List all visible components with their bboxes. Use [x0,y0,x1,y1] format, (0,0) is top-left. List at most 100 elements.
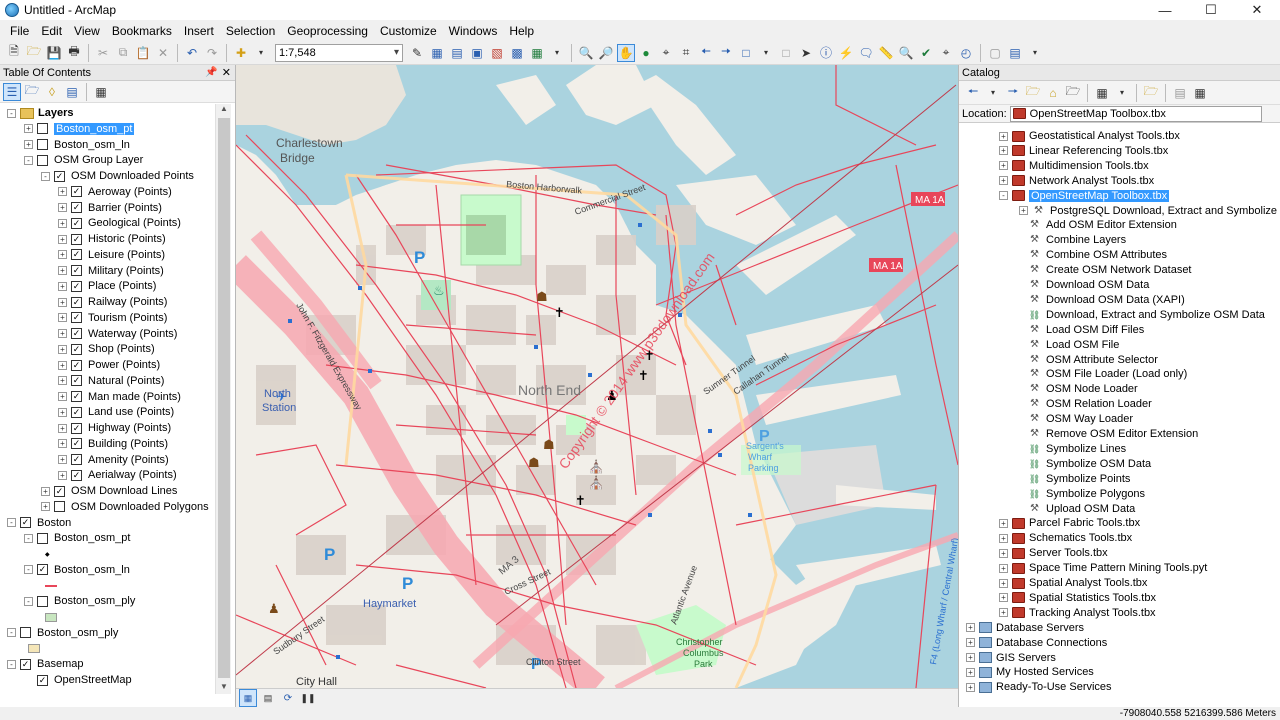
minimize-button[interactable]: — [1142,0,1188,20]
visibility-checkbox[interactable]: ✓ [71,469,82,481]
expand-icon[interactable]: + [41,486,50,496]
toc-layer-item[interactable]: + ✓ Shop (Points) [58,341,155,357]
pause-drawing-icon[interactable]: ❚❚ [299,689,317,707]
toc-layer-item[interactable]: + Boston_osm_ln [24,137,130,153]
expand-icon[interactable]: + [58,423,67,433]
catalog-item-tbx[interactable]: + Space Time Pattern Mining Tools.pyt [999,560,1207,576]
cut-icon[interactable]: ✂ [94,44,112,62]
visibility-checkbox[interactable]: ✓ [37,564,48,576]
expand-icon[interactable]: + [999,161,1008,171]
expand-icon[interactable]: + [58,187,67,197]
scroll-down-icon[interactable]: ▼ [216,682,232,694]
close-button[interactable]: ✕ [1234,0,1280,20]
visibility-checkbox[interactable]: ✓ [54,170,65,182]
map-scale-select[interactable]: 1:7,548 [275,43,403,62]
expand-icon[interactable]: + [999,533,1008,543]
collapse-icon[interactable]: - [24,565,33,575]
views-icon[interactable]: ▦ [1093,84,1111,102]
catalog-item-tool[interactable]: ⚒ OSM Node Loader [1028,381,1138,397]
catalog-item-srv[interactable]: + Database Servers [966,620,1084,636]
catalog-item-tool[interactable]: ⚒ Remove OSM Editor Extension [1028,426,1198,442]
visibility-checkbox[interactable]: ✓ [71,375,82,387]
undo-icon[interactable]: ↶ [183,44,201,62]
html-popup-icon[interactable]: 🗨 [857,44,875,62]
visibility-checkbox[interactable]: ✓ [71,186,82,198]
toc-layer-item[interactable]: + ✓ Tourism (Points) [58,310,167,326]
print-icon[interactable]: 🖶 [65,44,83,62]
expand-icon[interactable]: + [966,667,975,677]
toc-layer-item[interactable]: + Boston_osm_pt [24,121,135,137]
toc-layer-item[interactable]: + ✓ Historic (Points) [58,231,166,247]
toc-layer-item[interactable]: + ✓ Amenity (Points) [58,452,169,468]
toc-layer-item[interactable]: - ✓ Basemap [7,656,83,672]
fixed-zoom-in-icon[interactable]: ⌖ [657,44,675,62]
collapse-icon[interactable]: - [7,518,16,527]
toc-layer-item[interactable]: + ✓ Aerialway (Points) [58,467,177,483]
catalog-item-tbx[interactable]: + Server Tools.tbx [999,545,1108,561]
expand-icon[interactable]: + [999,518,1008,528]
catalog-item-tool[interactable]: ⚒ OSM Attribute Selector [1028,352,1158,368]
toc-layer-item[interactable]: - Boston_osm_ply [7,625,118,641]
hyperlink-icon[interactable]: ⚡ [837,44,855,62]
layout-view-icon[interactable]: ▤ [259,689,277,707]
menu-view[interactable]: View [68,24,106,38]
fixed-zoom-out-icon[interactable]: ⌗ [677,44,695,62]
zoom-out-icon[interactable]: 🔎 [597,44,615,62]
visibility-checkbox[interactable]: ✓ [71,202,82,213]
catalog-item-tbx[interactable]: + Parcel Fabric Tools.tbx [999,515,1140,531]
catalog-item-model[interactable]: ⛓ Symbolize Polygons [1028,486,1145,502]
options-icon[interactable]: ▦ [1191,84,1209,102]
save-icon[interactable]: 💾 [45,44,63,62]
expand-icon[interactable]: + [24,140,33,149]
full-extent-icon[interactable]: ● [637,44,655,62]
collapse-icon[interactable]: - [7,108,16,118]
expand-icon[interactable]: + [999,578,1008,588]
find-route-icon[interactable]: ✔ [917,44,935,62]
visibility-checkbox[interactable]: ✓ [71,343,82,355]
search-window-icon[interactable]: ▣ [468,44,486,62]
toc-layer-item[interactable]: + ✓ OSM Download Lines [41,483,177,499]
expand-icon[interactable]: + [966,653,975,662]
expand-icon[interactable]: + [58,360,67,370]
visibility-checkbox[interactable]: ✓ [71,438,82,450]
expand-icon[interactable]: + [58,470,67,480]
expand-icon[interactable]: + [1019,206,1028,215]
visibility-checkbox[interactable]: ✓ [20,658,31,670]
pan-icon[interactable]: ✋ [617,43,635,62]
expand-icon[interactable]: + [966,638,975,648]
catalog-item-tbx[interactable]: + Spatial Statistics Tools.tbx [999,590,1156,606]
collapse-icon[interactable]: - [24,155,33,165]
layout-icon[interactable]: ▤ [1006,44,1024,62]
visibility-checkbox[interactable]: ✓ [71,359,82,371]
toc-layer-item[interactable]: + ✓ Military (Points) [58,263,164,279]
catalog-item-tool[interactable]: ⚒ Combine Layers [1028,232,1126,248]
measure-icon[interactable]: 📏 [877,44,895,62]
toc-layer-item[interactable]: - Layers [7,105,73,121]
chevron-down-icon[interactable]: ▾ [1026,44,1044,62]
expand-icon[interactable]: + [58,439,67,449]
catalog-item-tbx[interactable]: + Linear Referencing Tools.tbx [999,143,1168,159]
catalog-item-tbx[interactable]: + Geostatistical Analyst Tools.tbx [999,128,1180,144]
toc-layer-item[interactable]: - OSM Group Layer [24,152,143,168]
catalog-item-tool[interactable]: ⚒ OSM File Loader (Load only) [1028,366,1187,382]
catalog-item-tbx[interactable]: + Network Analyst Tools.tbx [999,173,1154,189]
forward-extent-icon[interactable]: 🠦 [717,44,735,62]
catalog-item-tbx[interactable]: + Schematics Tools.tbx [999,530,1132,546]
toc-layer-item[interactable]: + ✓ Leisure (Points) [58,247,165,263]
menu-insert[interactable]: Insert [178,24,220,38]
catalog-item-tool[interactable]: ⚒ Download OSM Data [1028,277,1149,293]
toc-layer-item[interactable]: + ✓ Building (Points) [58,436,168,452]
chevron-down-icon[interactable]: ▾ [548,44,566,62]
expand-icon[interactable]: + [966,623,975,633]
expand-icon[interactable]: + [999,563,1008,573]
catalog-item-srv[interactable]: + GIS Servers [966,650,1056,666]
options-icon[interactable]: ▦ [92,83,110,101]
collapse-icon[interactable]: - [41,171,50,181]
visibility-checkbox[interactable]: ✓ [71,422,82,434]
paste-icon[interactable]: 📋 [134,44,152,62]
menu-file[interactable]: File [4,24,35,38]
add-data-icon[interactable]: ✚ [232,44,250,62]
identify-icon[interactable]: ⓘ [817,44,835,62]
go-to-xy-icon[interactable]: ⌖ [937,44,955,62]
catalog-item-tool[interactable]: + ⚒ PostgreSQL Download, Extract and Symbo… [1019,203,1280,219]
